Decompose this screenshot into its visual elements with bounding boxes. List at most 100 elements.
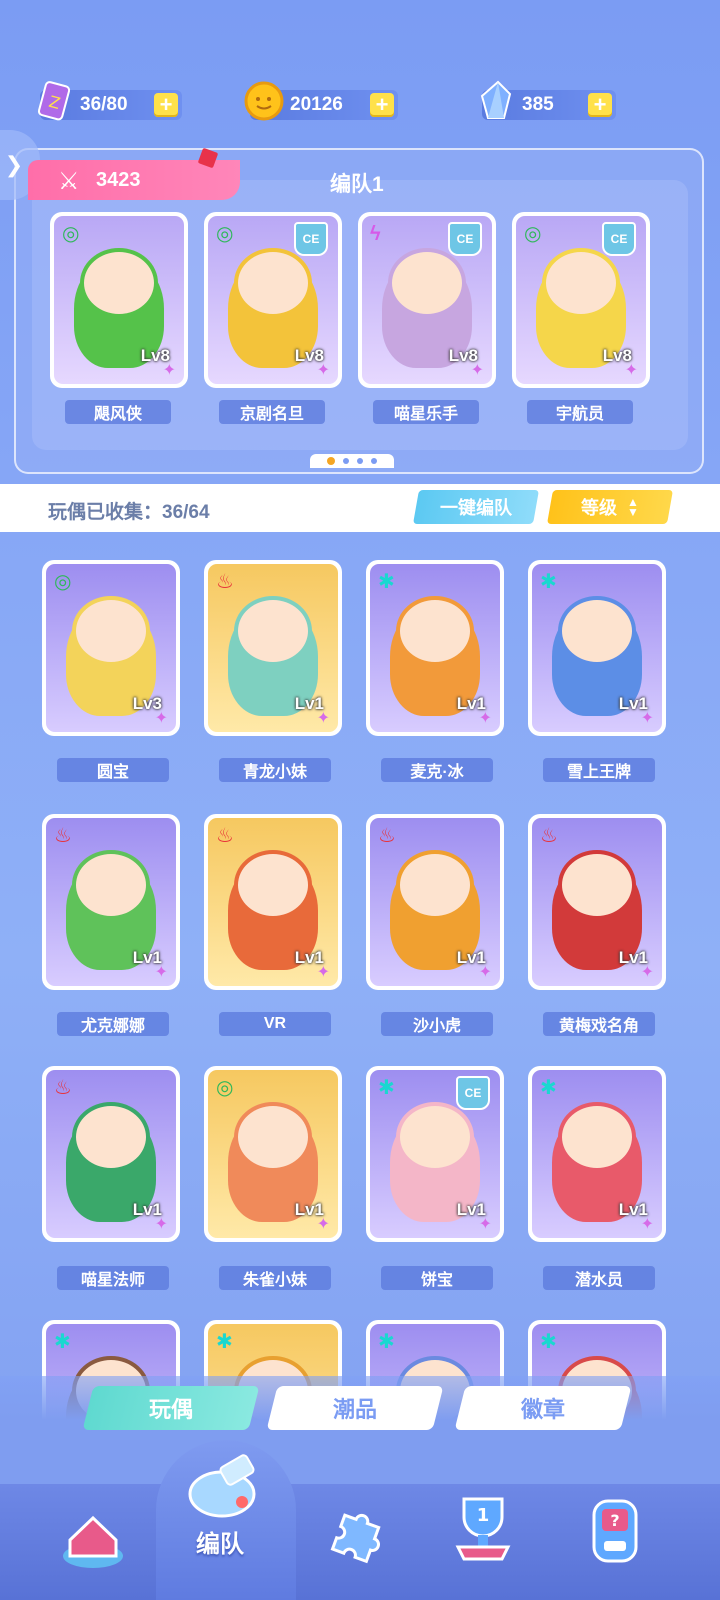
nav-home[interactable] bbox=[56, 1500, 130, 1574]
star-rank-icon: ✦ bbox=[316, 1216, 330, 1233]
tab-trendy-items[interactable]: 潮品 bbox=[266, 1386, 444, 1430]
ice-element-icon: ✱ bbox=[378, 1331, 395, 1353]
doll-card[interactable]: ✱ Lv1 ✦ bbox=[528, 1066, 666, 1242]
ce-badge-icon: CE bbox=[456, 1076, 490, 1110]
doll-name: 饼宝 bbox=[381, 1266, 493, 1290]
fire-element-icon: ♨ bbox=[54, 1077, 72, 1099]
doll-face bbox=[542, 248, 620, 319]
doll-name: 圆宝 bbox=[57, 758, 169, 782]
star-rank-icon: ✦ bbox=[478, 964, 492, 981]
trophy-icon: 1 bbox=[455, 1497, 511, 1561]
tab-badges[interactable]: 徽章 bbox=[454, 1386, 632, 1430]
doll-portrait: ◎ Lv8 ✦ bbox=[54, 216, 184, 384]
doll-card[interactable]: ♨ Lv1 ✦ bbox=[204, 814, 342, 990]
doll-card[interactable]: ϟ CE Lv8 ✦ bbox=[358, 212, 496, 388]
nav-team[interactable] bbox=[182, 1446, 266, 1530]
doll-name: 雪上王牌 bbox=[543, 758, 655, 782]
coin-counter: 20126 + bbox=[244, 81, 398, 122]
star-rank-icon: ✦ bbox=[154, 1216, 168, 1233]
sort-arrows-icon: ▲ ▼ bbox=[627, 495, 639, 519]
tab-dolls[interactable]: 玩偶 bbox=[82, 1386, 260, 1430]
doll-face bbox=[396, 850, 474, 921]
doll-portrait: ♨ Lv1 ✦ bbox=[208, 818, 338, 986]
nav-team-label: 编队 bbox=[196, 1531, 244, 1558]
one-click-team-button[interactable]: 一键编队 bbox=[413, 490, 539, 524]
home-icon bbox=[63, 1515, 123, 1568]
doll-face bbox=[396, 596, 474, 667]
gem-value: 385 bbox=[522, 94, 554, 115]
team-title: 编队1 bbox=[330, 173, 384, 196]
ice-element-icon: ✱ bbox=[540, 1331, 557, 1353]
doll-name: 京剧名旦 bbox=[219, 400, 325, 424]
fire-element-icon: ♨ bbox=[540, 825, 558, 847]
doll-card[interactable]: ♨ Lv1 ✦ bbox=[366, 814, 504, 990]
doll-card[interactable]: ◎ CE Lv8 ✦ bbox=[204, 212, 342, 388]
collection-bar: 玩偶已收集：36/64 一键编队 等级 ▲ ▼ bbox=[0, 484, 720, 532]
nav-puzzle[interactable] bbox=[318, 1500, 392, 1574]
ce-badge-icon: CE bbox=[602, 222, 636, 256]
doll-face bbox=[234, 248, 312, 319]
doll-face bbox=[396, 1102, 474, 1173]
doll-card[interactable]: ♨ Lv1 ✦ bbox=[204, 560, 342, 736]
one-click-label: 一键编队 bbox=[440, 498, 512, 518]
doll-face bbox=[72, 850, 150, 921]
sort-level-button[interactable]: 等级 ▲ ▼ bbox=[547, 490, 673, 524]
star-rank-icon: ✦ bbox=[478, 710, 492, 727]
doll-portrait: ✱ Lv1 ✦ bbox=[532, 1070, 662, 1238]
doll-card[interactable]: ✱ Lv1 ✦ bbox=[528, 560, 666, 736]
star-rank-icon: ✦ bbox=[316, 710, 330, 727]
doll-card[interactable]: ♨ Lv1 ✦ bbox=[528, 814, 666, 990]
star-rank-icon: ✦ bbox=[154, 710, 168, 727]
puzzle-icon bbox=[330, 1513, 381, 1564]
crystal-icon bbox=[480, 80, 512, 119]
star-rank-icon: ✦ bbox=[478, 1216, 492, 1233]
page-dot[interactable] bbox=[371, 458, 377, 464]
star-rank-icon: ✦ bbox=[154, 964, 168, 981]
team-page-indicator[interactable] bbox=[310, 454, 394, 468]
add-stamina-button[interactable]: + bbox=[154, 93, 178, 117]
ice-element-icon: ✱ bbox=[216, 1331, 233, 1353]
doll-name: VR bbox=[219, 1012, 331, 1036]
doll-face bbox=[234, 596, 312, 667]
doll-card[interactable]: ◎ Lv3 ✦ bbox=[42, 560, 180, 736]
doll-card[interactable]: ◎ Lv1 ✦ bbox=[204, 1066, 342, 1242]
star-rank-icon: ✦ bbox=[624, 362, 638, 379]
gem-counter: 385 + bbox=[480, 80, 616, 122]
doll-name: 尤克娜娜 bbox=[57, 1012, 169, 1036]
doll-card[interactable]: ◎ Lv8 ✦ bbox=[50, 212, 188, 388]
thunder-element-icon: ϟ bbox=[370, 223, 381, 245]
doll-card[interactable]: ✱ Lv1 ✦ bbox=[366, 560, 504, 736]
wind-element-icon: ◎ bbox=[54, 571, 72, 593]
gacha-machine-icon: ? bbox=[592, 1499, 638, 1563]
doll-face bbox=[80, 248, 158, 319]
ce-badge-icon: CE bbox=[294, 222, 328, 256]
star-rank-icon: ✦ bbox=[316, 362, 330, 379]
doll-name: 麦克·冰 bbox=[381, 758, 493, 782]
wind-element-icon: ◎ bbox=[216, 1077, 234, 1099]
add-gems-button[interactable]: + bbox=[588, 93, 612, 117]
doll-card[interactable]: ◎ CE Lv8 ✦ bbox=[512, 212, 650, 388]
ice-element-icon: ✱ bbox=[378, 1077, 395, 1099]
page-dot[interactable] bbox=[343, 458, 349, 464]
page-dot[interactable] bbox=[357, 458, 363, 464]
ice-element-icon: ✱ bbox=[540, 1077, 557, 1099]
doll-portrait: ✱ Lv1 ✦ bbox=[532, 564, 662, 732]
doll-card[interactable]: ✱ CE Lv1 ✦ bbox=[366, 1066, 504, 1242]
nav-gacha[interactable]: ? bbox=[578, 1494, 652, 1568]
add-coins-button[interactable]: + bbox=[370, 93, 394, 117]
doll-card[interactable]: ♨ Lv1 ✦ bbox=[42, 814, 180, 990]
page-dot[interactable] bbox=[327, 457, 335, 465]
crossed-swords-icon: ⚔ bbox=[58, 168, 80, 195]
star-rank-icon: ✦ bbox=[316, 964, 330, 981]
doll-portrait: ✱ Lv1 ✦ bbox=[370, 564, 500, 732]
doll-card[interactable]: ♨ Lv1 ✦ bbox=[42, 1066, 180, 1242]
doll-face bbox=[234, 850, 312, 921]
nav-trophy[interactable]: 1 bbox=[446, 1490, 520, 1564]
doll-face bbox=[72, 596, 150, 667]
doll-portrait: ♨ Lv1 ✦ bbox=[46, 1070, 176, 1238]
doll-name: 朱雀小妹 bbox=[219, 1266, 331, 1290]
ice-element-icon: ✱ bbox=[378, 571, 395, 593]
stamina-counter: 36/80 + Z bbox=[37, 81, 182, 122]
star-rank-icon: ✦ bbox=[470, 362, 484, 379]
coin-icon bbox=[244, 81, 284, 121]
